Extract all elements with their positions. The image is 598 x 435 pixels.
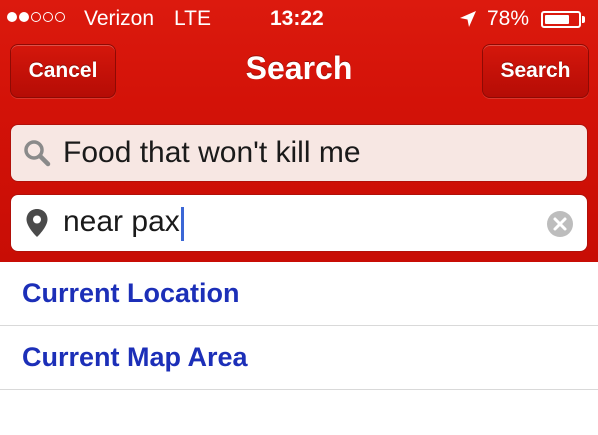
location-value: near pax xyxy=(63,205,180,239)
clear-icon[interactable] xyxy=(546,210,574,238)
location-value-wrapper: near pax xyxy=(63,205,184,241)
list-item-label: Current Map Area xyxy=(22,342,248,372)
status-bar: Verizon LTE 13:22 78% xyxy=(0,0,598,38)
text-cursor xyxy=(180,206,184,241)
search-query-value: Food that won't kill me xyxy=(63,136,361,169)
network-type: LTE xyxy=(174,7,211,30)
map-pin-icon xyxy=(11,194,63,252)
suggestion-list: Current Location Current Map Area xyxy=(0,262,598,390)
battery-icon xyxy=(541,11,581,28)
battery-tip xyxy=(582,16,585,23)
location-field[interactable]: near pax xyxy=(10,194,588,252)
location-arrow-icon xyxy=(460,11,476,27)
carrier-name: Verizon xyxy=(84,7,155,30)
list-item-current-location[interactable]: Current Location xyxy=(0,262,598,326)
list-item-current-map-area[interactable]: Current Map Area xyxy=(0,326,598,390)
search-button[interactable]: Search xyxy=(482,44,589,98)
signal-strength-icon xyxy=(7,12,65,22)
search-query-field[interactable]: Food that won't kill me xyxy=(10,124,588,182)
search-icon xyxy=(11,124,63,182)
clock: 13:22 xyxy=(270,7,324,30)
battery-level xyxy=(545,15,570,24)
list-item-label: Current Location xyxy=(22,278,240,308)
battery-percentage: 78% xyxy=(487,7,530,30)
